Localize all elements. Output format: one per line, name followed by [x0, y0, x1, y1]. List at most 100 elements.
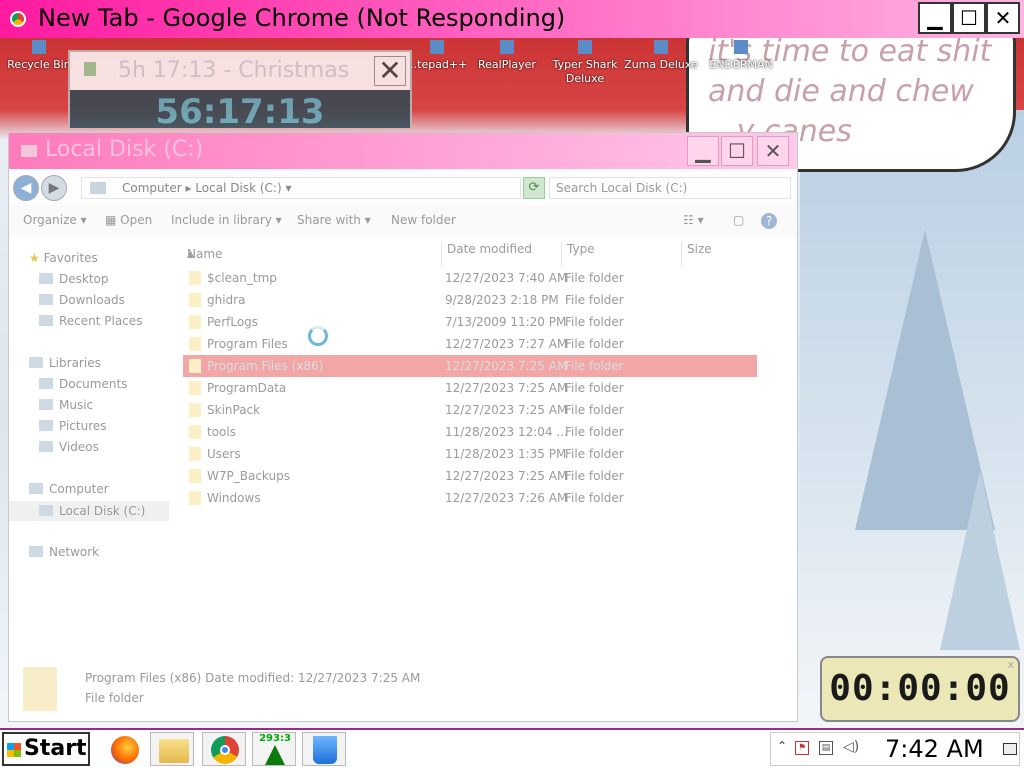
file-date: 12/27/2023 7:40 AM — [445, 271, 568, 285]
file-type: File folder — [565, 403, 624, 417]
breadcrumb-chevron-icon[interactable]: ▾ — [285, 181, 291, 195]
zuma-icon — [654, 40, 668, 54]
explorer-minimize-button[interactable]: ▁ — [687, 136, 719, 166]
nav-pictures[interactable]: Pictures — [39, 419, 107, 433]
search-input[interactable]: Search Local Disk (C:) — [549, 177, 791, 199]
desktop-icon-enderman[interactable]: ENDERMAN — [702, 38, 780, 72]
table-row[interactable]: Program Files (x86) 12/27/2023 7:25 AM Fil… — [183, 355, 757, 377]
breadcrumb-computer[interactable]: Computer — [122, 181, 182, 195]
column-header-date[interactable]: Date modified — [447, 242, 532, 256]
organize-button[interactable]: Organize ▾ — [23, 213, 87, 227]
taskbar-bucket[interactable] — [302, 732, 346, 766]
column-header-size[interactable]: Size — [687, 242, 712, 256]
tray-overflow-icon[interactable]: ⌃ — [777, 739, 787, 753]
file-name: W7P_Backups — [207, 469, 290, 483]
file-name: PerfLogs — [207, 315, 259, 329]
taskbar-firefox[interactable] — [102, 732, 146, 766]
table-row[interactable]: ProgramData 12/27/2023 7:25 AM File folder — [183, 377, 757, 399]
include-in-library-button[interactable]: Include in library ▾ — [171, 213, 282, 227]
table-row[interactable]: SkinPack 12/27/2023 7:25 AM File folder — [183, 399, 757, 421]
back-button[interactable]: ◀ — [13, 175, 39, 201]
clock[interactable]: 7:42 AM — [885, 735, 984, 763]
action-center-icon[interactable]: ⚑ — [795, 741, 809, 755]
forward-button[interactable]: ▶ — [41, 175, 67, 201]
file-name: $clean_tmp — [207, 271, 277, 285]
computer-crumb-icon — [90, 182, 106, 194]
table-row[interactable]: Windows 12/27/2023 7:26 AM File folder — [183, 487, 757, 509]
file-name: Program Files — [207, 337, 288, 351]
share-with-button[interactable]: Share with ▾ — [297, 213, 371, 227]
chrome-close-button[interactable]: ✕ — [986, 2, 1020, 34]
desktop-icon-typer-shark[interactable]: Typer Shark Deluxe — [546, 38, 624, 86]
enderman-icon — [734, 40, 748, 54]
table-row[interactable]: W7P_Backups 12/27/2023 7:25 AM File folder — [183, 465, 757, 487]
open-button[interactable]: ▦ Open — [105, 213, 152, 227]
file-name: tools — [207, 425, 236, 439]
chrome-title-bar[interactable]: New Tab - Google Chrome (Not Responding)… — [0, 0, 1024, 38]
desktop-icon — [39, 273, 53, 284]
network-icon — [29, 546, 43, 557]
table-row[interactable]: $clean_tmp 12/27/2023 7:40 AM File folder — [183, 267, 757, 289]
start-button[interactable]: Start — [2, 732, 90, 766]
desktop-icon-realplayer[interactable]: RealPlayer — [468, 38, 546, 72]
taskbar: Start 293:3 ⌃ ⚑ ▤ ◁) 7:42 AM — [0, 728, 1024, 768]
column-header-type[interactable]: Type — [567, 242, 595, 256]
desktop-icon-zuma[interactable]: Zuma Deluxe — [622, 38, 700, 72]
nav-downloads[interactable]: Downloads — [39, 293, 125, 307]
typer-shark-icon — [578, 40, 592, 54]
new-folder-button[interactable]: New folder — [391, 213, 456, 227]
nav-local-disk[interactable]: Local Disk (C:) — [9, 501, 169, 521]
desktop-icon-recycle-bin[interactable]: Recycle Bin — [0, 38, 78, 72]
help-icon[interactable]: ? — [761, 213, 777, 229]
file-date: 11/28/2023 1:35 PM — [445, 447, 567, 461]
nav-recent-places[interactable]: Recent Places — [39, 314, 142, 328]
stopwatch-display: 00:00:00 — [829, 668, 1011, 709]
nav-libraries[interactable]: Libraries — [29, 356, 101, 370]
address-bar[interactable]: Computer ▸ Local Disk (C:) ▾ — [81, 177, 521, 199]
view-options-icon[interactable]: ☷ ▾ — [683, 213, 704, 227]
star-icon: ★ — [29, 251, 44, 265]
navigation-bar: ◀ ▶ Computer ▸ Local Disk (C:) ▾ ⟳ Searc… — [9, 169, 797, 205]
breadcrumb-local-disk[interactable]: Local Disk (C:) — [195, 181, 281, 195]
computer-icon — [29, 483, 43, 494]
volume-icon[interactable]: ◁) — [843, 740, 859, 755]
show-desktop-icon[interactable] — [1003, 743, 1017, 755]
file-type: File folder — [565, 381, 624, 395]
folder-icon — [189, 447, 201, 461]
preview-pane-icon[interactable]: ▢ — [733, 213, 744, 227]
table-row[interactable]: Program Files 12/27/2023 7:27 AM File fold… — [183, 333, 757, 355]
taskbar-chrome[interactable] — [202, 732, 246, 766]
nav-network[interactable]: Network — [29, 545, 99, 559]
nav-computer[interactable]: Computer — [29, 482, 109, 496]
file-list: Name ▴ Date modified Type Size $clean_tm… — [171, 237, 797, 657]
table-row[interactable]: PerfLogs 7/13/2009 11:20 PM File folder — [183, 311, 757, 333]
file-type: File folder — [565, 315, 624, 329]
file-name: Users — [207, 447, 241, 461]
table-row[interactable]: Users 11/28/2023 1:35 PM File folder — [183, 443, 757, 465]
explorer-title-bar[interactable]: Local Disk (C:) ▁ ☐ ✕ — [9, 133, 797, 169]
nav-music[interactable]: Music — [39, 398, 93, 412]
network-tray-icon[interactable]: ▤ — [819, 741, 833, 755]
file-name: SkinPack — [207, 403, 261, 417]
folder-icon — [189, 271, 201, 285]
nav-documents[interactable]: Documents — [39, 377, 127, 391]
nav-desktop[interactable]: Desktop — [39, 272, 109, 286]
refresh-icon[interactable]: ⟳ — [523, 177, 545, 199]
details-type: File folder — [85, 691, 144, 705]
nav-videos[interactable]: Videos — [39, 440, 99, 454]
navigation-pane: ★ Favorites Desktop Downloads Recent Pla… — [9, 237, 169, 657]
countdown-close-button[interactable]: ✕ — [374, 56, 406, 86]
libraries-icon — [29, 357, 43, 368]
nav-favorites[interactable]: ★ Favorites — [29, 251, 98, 265]
explorer-close-button[interactable]: ✕ — [757, 136, 789, 166]
firefox-icon — [111, 736, 139, 764]
table-row[interactable]: ghidra 9/28/2023 2:18 PM File folder — [183, 289, 757, 311]
chrome-maximize-button[interactable]: ☐ — [952, 2, 986, 34]
explorer-maximize-button[interactable]: ☐ — [721, 136, 753, 166]
folder-icon — [189, 403, 201, 417]
file-type: File folder — [565, 293, 624, 307]
table-row[interactable]: tools 11/28/2023 12:04 ... File folder — [183, 421, 757, 443]
taskbar-xmas-tree[interactable]: 293:3 — [252, 732, 296, 766]
taskbar-explorer[interactable] — [150, 732, 194, 766]
chrome-minimize-button[interactable]: ▁ — [918, 2, 952, 34]
